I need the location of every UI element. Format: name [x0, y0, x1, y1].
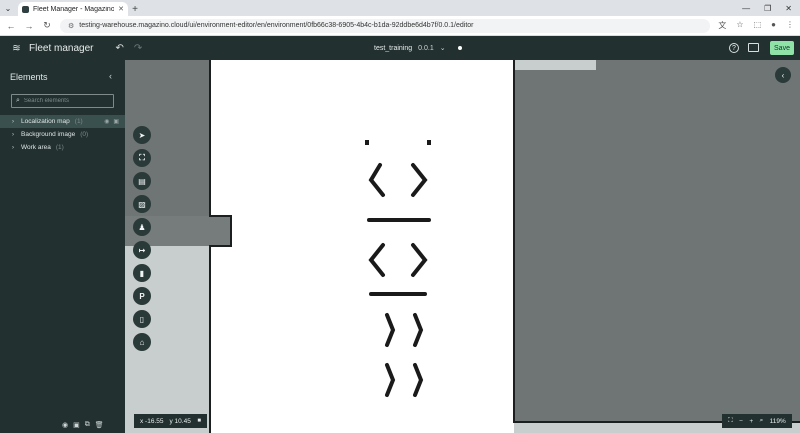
tree-item-label: Background image: [21, 131, 76, 138]
app-logo-icon: ≋: [12, 42, 21, 54]
tool-palette: ➤ ⛶ ▤ ▨ ♟ ↦ ▮ P ▯ ⌂: [133, 126, 151, 351]
localization-map[interactable]: [125, 60, 800, 433]
panel-toggle-icon[interactable]: [748, 43, 759, 52]
visibility-icon[interactable]: ◉: [62, 421, 68, 429]
window-controls: — ❐ ✕: [742, 0, 800, 16]
tree-item-localization-map[interactable]: › Localization map (1) ◉ ▣: [0, 115, 125, 128]
search-box[interactable]: ⌕: [11, 94, 114, 108]
free-space-area: [210, 60, 514, 433]
cursor-coordinates: x -16.55 y 10.45 ■: [134, 414, 207, 428]
chevron-down-icon[interactable]: ⌄: [440, 44, 446, 52]
close-window-icon[interactable]: ✕: [785, 4, 792, 13]
collapse-sidebar-icon[interactable]: ‹: [109, 71, 112, 81]
url-field[interactable]: ⚙ testing-warehouse.magazino.cloud/ui/en…: [60, 18, 711, 33]
fit-screen-icon[interactable]: ⛶: [728, 417, 733, 425]
hatched-area-icon[interactable]: ▨: [133, 195, 151, 213]
map-canvas[interactable]: [125, 60, 800, 433]
environment-version: 0.0.1: [418, 44, 434, 52]
chevron-right-icon[interactable]: ›: [12, 132, 16, 138]
browser-tabstrip: ⌄ Fleet Manager - Magazino ✕ + — ❐ ✕: [0, 0, 800, 16]
shelf-dot: [427, 140, 431, 145]
extensions-icon[interactable]: ⬚: [754, 20, 762, 31]
coord-x: x -16.55: [140, 417, 164, 425]
profile-avatar-icon[interactable]: ●: [771, 20, 776, 31]
parking-icon[interactable]: P: [133, 287, 151, 305]
browser-menu-icon[interactable]: ⋮: [786, 20, 794, 31]
expand-panel-icon[interactable]: ‹: [775, 67, 791, 83]
duplicate-icon[interactable]: ⧉: [85, 421, 90, 429]
close-tab-icon[interactable]: ✕: [118, 5, 124, 13]
station-icon[interactable]: ♟: [133, 218, 151, 236]
elements-sidebar: Elements ‹ ⌕ › Localization map (1) ◉ ▣ …: [0, 60, 125, 433]
shelf-dot: [365, 140, 369, 145]
zoom-level: 119%: [769, 417, 786, 425]
unknown-area-top: [514, 60, 596, 70]
reload-icon[interactable]: ↻: [42, 20, 52, 31]
environment-name: test_training: [374, 44, 413, 52]
search-input[interactable]: [23, 98, 109, 104]
dock-icon[interactable]: ⌂: [133, 333, 151, 351]
visibility-icon[interactable]: ◉: [104, 118, 109, 125]
new-tab-icon[interactable]: +: [128, 2, 142, 16]
tree-item-count: (1): [74, 118, 83, 125]
tree-item-work-area[interactable]: › Work area (1): [0, 141, 125, 154]
delete-icon[interactable]: 🗑: [95, 421, 104, 429]
forward-icon[interactable]: →: [24, 21, 34, 31]
restore-icon[interactable]: ❐: [764, 4, 771, 13]
sidebar-footer-actions: ◉ ▣ ⧉ 🗑: [62, 421, 104, 429]
browser-tab[interactable]: Fleet Manager - Magazino ✕: [18, 2, 128, 16]
chevron-right-icon[interactable]: ›: [12, 119, 16, 125]
chevron-right-icon[interactable]: ›: [12, 145, 16, 151]
occupied-area-right: [514, 60, 800, 422]
app-title: Fleet manager: [29, 42, 94, 54]
zoom-controls: ⛶ − + ⌕ 119%: [722, 414, 792, 428]
site-info-icon[interactable]: ⚙: [68, 22, 74, 30]
zoom-in-icon[interactable]: +: [749, 418, 753, 425]
favicon-icon: [22, 5, 29, 13]
pin-icon[interactable]: ■: [197, 418, 201, 424]
tree-item-actions: ◉ ▣: [104, 118, 125, 125]
app-header: ≋ Fleet manager ↶ ↷ test_training 0.0.1 …: [0, 36, 800, 60]
bookmark-star-icon[interactable]: ☆: [736, 20, 743, 31]
element-tree: › Localization map (1) ◉ ▣ › Background …: [0, 115, 125, 154]
zoom-out-icon[interactable]: −: [739, 418, 743, 425]
browser-actions: 文 ☆ ⬚ ● ⋮: [718, 20, 794, 31]
back-icon[interactable]: ←: [6, 21, 16, 31]
charger-icon[interactable]: ▮: [133, 264, 151, 282]
sidebar-heading: Elements: [10, 72, 48, 82]
translate-icon[interactable]: 文: [718, 20, 726, 31]
undo-icon[interactable]: ↶: [115, 43, 123, 54]
path-arrow-icon[interactable]: ↦: [133, 241, 151, 259]
minimize-icon[interactable]: —: [742, 4, 750, 13]
tree-item-count: (0): [80, 131, 89, 138]
search-icon: ⌕: [16, 97, 20, 104]
tree-item-count: (1): [55, 144, 64, 151]
address-bar: ← → ↻ ⚙ testing-warehouse.magazino.cloud…: [0, 16, 800, 36]
tree-item-label: Localization map: [21, 118, 70, 125]
save-button[interactable]: Save: [770, 41, 794, 55]
redo-icon[interactable]: ↷: [134, 43, 142, 54]
environment-selector[interactable]: test_training 0.0.1 ⌄: [374, 36, 462, 60]
focus-frame-icon[interactable]: ⛶: [133, 149, 151, 167]
tree-item-background-image[interactable]: › Background image (0): [0, 128, 125, 141]
zoom-icon: ⌕: [759, 417, 764, 424]
help-icon[interactable]: ?: [729, 43, 739, 53]
coord-y: y 10.45: [169, 417, 191, 425]
shelf-icon[interactable]: ▤: [133, 172, 151, 190]
browser-tab-title: Fleet Manager - Magazino: [33, 5, 115, 13]
unsaved-indicator: [457, 46, 462, 50]
device-icon[interactable]: ▯: [133, 310, 151, 328]
tab-search-icon[interactable]: ⌄: [0, 0, 16, 16]
cursor-arrow-icon[interactable]: ➤: [133, 126, 151, 144]
tree-item-label: Work area: [21, 144, 51, 151]
lock-icon[interactable]: ▣: [113, 118, 119, 125]
url-text: testing-warehouse.magazino.cloud/ui/envi…: [79, 22, 474, 29]
lock-icon[interactable]: ▣: [73, 421, 80, 429]
